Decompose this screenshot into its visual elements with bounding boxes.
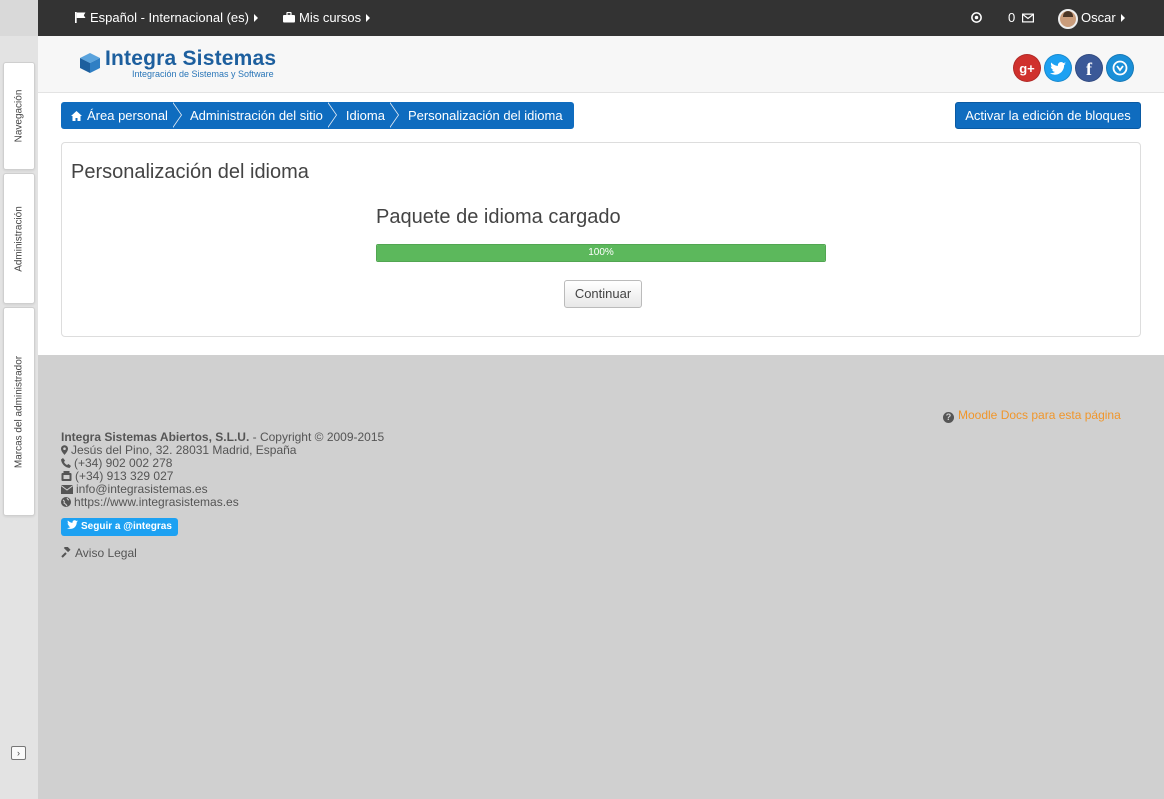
legal-text: Aviso Legal xyxy=(75,546,137,560)
dock-tab-administracion[interactable]: Administración xyxy=(3,173,35,304)
progress-bar: 100% xyxy=(376,244,826,262)
logo-cube-icon xyxy=(80,53,100,73)
envelope-icon xyxy=(1021,13,1034,23)
envelope-icon xyxy=(61,485,73,494)
breadcrumb-item-idioma[interactable]: Idioma xyxy=(334,102,396,129)
avatar xyxy=(1058,8,1078,29)
twitter-bird-icon xyxy=(67,520,78,529)
notifications-icon[interactable] xyxy=(971,0,985,36)
breadcrumb-item-admin[interactable]: Administración del sitio xyxy=(179,102,334,129)
breadcrumb-item-personalizacion[interactable]: Personalización del idioma xyxy=(396,102,574,129)
home-icon xyxy=(71,111,82,121)
messages-menu[interactable]: 0 xyxy=(1008,0,1037,36)
dock-expand-icon[interactable]: › xyxy=(11,746,26,760)
company-name: Integra Sistemas Abiertos, S.L.U. xyxy=(61,430,250,444)
twitter-icon[interactable] xyxy=(1044,54,1072,82)
progress-label: 100% xyxy=(588,247,614,258)
globe-icon xyxy=(61,497,71,507)
edit-blocks-button[interactable]: Activar la edición de bloques xyxy=(955,102,1141,129)
breadcrumb-label: Administración del sitio xyxy=(189,108,323,123)
facebook-icon[interactable]: f xyxy=(1075,54,1103,82)
caret-right-icon xyxy=(1120,14,1125,22)
footer-phone: (+34) 902 002 278 xyxy=(61,456,172,470)
site-header: Integra Sistemas Integración de Sistemas… xyxy=(38,36,1164,93)
breadcrumb-label: Área personal xyxy=(87,108,168,123)
caret-right-icon xyxy=(253,14,258,22)
dock-tab-marcas[interactable]: Marcas del administrador xyxy=(3,307,35,516)
notification-bell-icon xyxy=(971,12,982,23)
question-circle-icon: ? xyxy=(943,412,954,423)
language-menu[interactable]: Español - Internacional (es) xyxy=(75,0,258,36)
courses-label: Mis cursos xyxy=(299,10,362,25)
page-footer: ? Moodle Docs para esta página Integra Si… xyxy=(38,355,1164,799)
footer-fax: (+34) 913 329 027 xyxy=(61,469,173,483)
footer-legal-link[interactable]: Aviso Legal xyxy=(61,546,137,560)
logo-subtitle: Integración de Sistemas y Software xyxy=(132,69,274,79)
email-text: info@integrasistemas.es xyxy=(76,482,208,496)
footer-copyright: Integra Sistemas Abiertos, S.L.U. - Copy… xyxy=(61,430,384,444)
map-marker-icon xyxy=(61,445,68,455)
blog-icon[interactable] xyxy=(1106,54,1134,82)
briefcase-icon xyxy=(283,12,295,23)
user-name: Oscar xyxy=(1081,10,1116,25)
dock-tab-label: Navegación xyxy=(13,89,25,143)
breadcrumb-item-area-personal[interactable]: Área personal xyxy=(61,102,179,129)
status-heading: Paquete de idioma cargado xyxy=(376,206,621,228)
breadcrumb-label: Personalización del idioma xyxy=(407,108,563,123)
block-dock: Navegación Administración Marcas del adm… xyxy=(0,0,38,799)
dock-tab-navegacion[interactable]: Navegación xyxy=(3,62,35,170)
dock-tab-label: Marcas del administrador xyxy=(13,355,25,468)
docs-link-label: Moodle Docs para esta página xyxy=(958,408,1121,422)
continue-button[interactable]: Continuar xyxy=(564,280,642,308)
logo-title[interactable]: Integra Sistemas xyxy=(105,47,276,71)
fax-text: (+34) 913 329 027 xyxy=(75,469,174,483)
page-content: Área personal Administración del sitio I… xyxy=(38,93,1164,355)
twitter-follow-label: Seguir a @integras xyxy=(81,521,172,532)
footer-address: Jesús del Pino, 32. 28031 Madrid, España xyxy=(61,443,296,457)
phone-icon xyxy=(61,458,71,468)
caret-right-icon xyxy=(366,14,371,22)
dock-tab-label: Administración xyxy=(13,205,25,272)
page-title: Personalización del idioma xyxy=(71,161,309,183)
phone-text: (+34) 902 002 278 xyxy=(74,456,173,470)
footer-email[interactable]: info@integrasistemas.es xyxy=(61,482,208,496)
google-plus-icon[interactable]: g+ xyxy=(1013,54,1041,82)
footer-website[interactable]: https://www.integrasistemas.es xyxy=(61,495,239,509)
courses-menu[interactable]: Mis cursos xyxy=(283,0,371,36)
language-label: Español - Internacional (es) xyxy=(90,10,249,25)
address-text: Jesús del Pino, 32. 28031 Madrid, España xyxy=(71,443,297,457)
user-menu[interactable]: Oscar xyxy=(1058,0,1125,36)
breadcrumb-label: Idioma xyxy=(345,108,385,123)
fax-icon xyxy=(61,471,72,481)
flag-icon xyxy=(75,12,86,23)
breadcrumb: Área personal Administración del sitio I… xyxy=(61,102,574,129)
moodle-docs-link[interactable]: ? Moodle Docs para esta página xyxy=(943,408,1121,423)
twitter-follow-button[interactable]: Seguir a @integras xyxy=(61,518,178,536)
top-navbar: Español - Internacional (es) Mis cursos … xyxy=(38,0,1164,36)
copyright-text: - Copyright © 2009-2015 xyxy=(249,430,385,444)
website-text: https://www.integrasistemas.es xyxy=(74,495,239,509)
messages-count: 0 xyxy=(1008,10,1016,25)
dock-top-spacer xyxy=(0,0,38,36)
main-region: Personalización del idioma Paquete de id… xyxy=(61,142,1141,337)
gavel-icon xyxy=(61,547,71,558)
